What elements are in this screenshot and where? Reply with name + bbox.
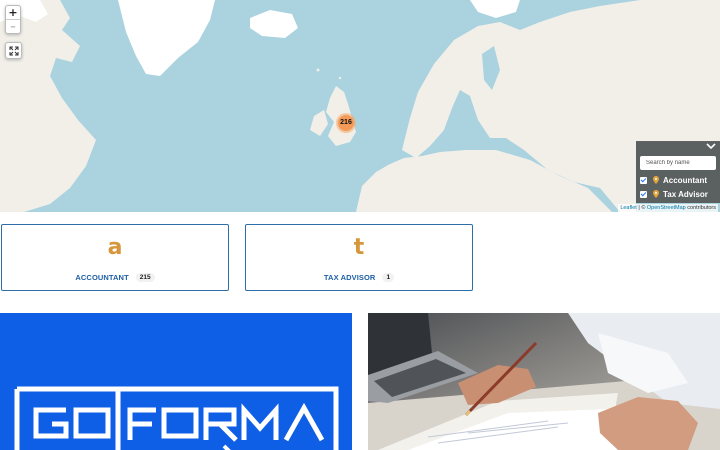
- category-count-badge: 1: [382, 273, 395, 282]
- checkbox-icon[interactable]: [640, 176, 647, 184]
- checkbox-icon[interactable]: [640, 190, 647, 198]
- attribution-separator: | ©: [636, 205, 647, 211]
- category-footer: ACCOUNTANT 215: [2, 273, 228, 282]
- category-letter: a: [107, 235, 123, 260]
- layer-toggle-tax-advisor[interactable]: Tax Advisor: [640, 188, 708, 200]
- category-card-accountant[interactable]: a ACCOUNTANT 215: [1, 224, 229, 291]
- category-count-badge: 215: [135, 273, 155, 282]
- fullscreen-icon: [9, 46, 18, 55]
- zoom-out-button[interactable]: –: [6, 19, 20, 33]
- cluster-count: 216: [338, 115, 354, 131]
- leaflet-link[interactable]: Leaflet: [620, 205, 637, 211]
- zoom-in-button[interactable]: +: [6, 6, 20, 19]
- fullscreen-button[interactable]: [5, 42, 22, 59]
- category-name: TAX ADVISOR: [323, 273, 376, 282]
- map[interactable]: + – 216 Accountant Tax Advisor Leaflet |…: [0, 0, 720, 212]
- goforma-banner[interactable]: [0, 313, 352, 450]
- map-pin-icon: [653, 176, 659, 184]
- goforma-logo: [14, 386, 339, 450]
- map-tiles[interactable]: [0, 0, 720, 212]
- map-attribution: Leaflet | © OpenStreetMap contributors: [618, 204, 718, 212]
- attribution-suffix: contributors: [685, 205, 716, 211]
- category-letter: t: [353, 235, 365, 260]
- laptop-paperwork-photo[interactable]: [368, 313, 720, 450]
- zoom-control: + –: [5, 5, 21, 34]
- layer-toggle-accountant[interactable]: Accountant: [640, 174, 707, 186]
- category-name: ACCOUNTANT: [75, 273, 129, 282]
- map-pin-icon: [653, 190, 659, 198]
- marker-cluster[interactable]: 216: [336, 113, 356, 133]
- category-card-tax-advisor[interactable]: t TAX ADVISOR 1: [245, 224, 473, 291]
- search-by-name-input[interactable]: [640, 156, 716, 170]
- category-footer: TAX ADVISOR 1: [246, 273, 472, 282]
- layer-label: Tax Advisor: [663, 189, 708, 199]
- openstreetmap-link[interactable]: OpenStreetMap: [647, 205, 686, 211]
- layer-label: Accountant: [663, 175, 707, 185]
- chevron-down-icon[interactable]: [706, 142, 716, 151]
- photo-illustration: [368, 313, 720, 450]
- layer-control: Accountant Tax Advisor: [636, 141, 720, 203]
